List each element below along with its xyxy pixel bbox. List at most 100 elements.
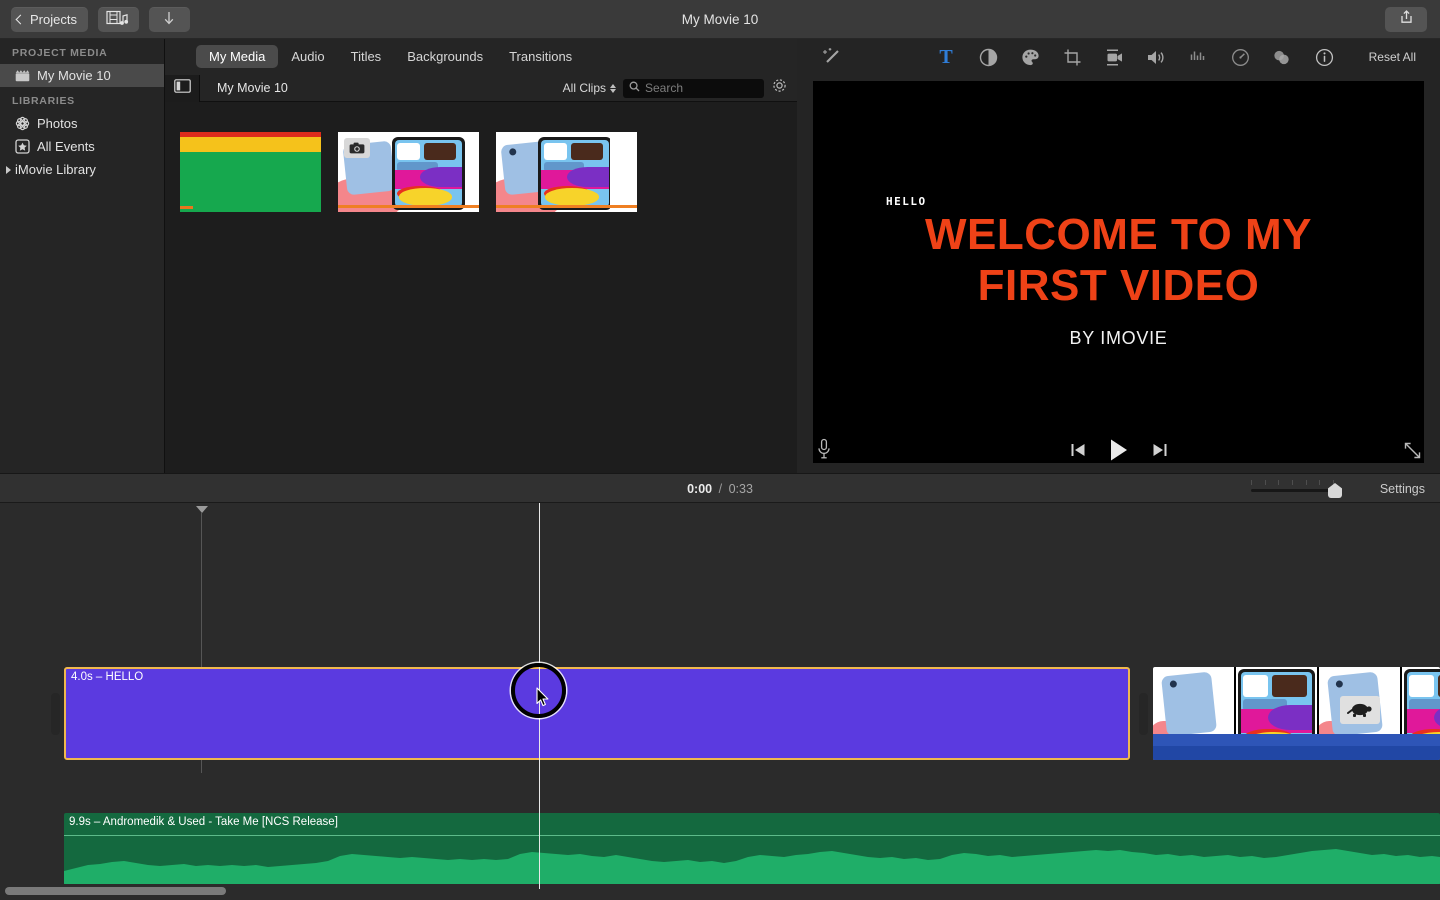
tab-titles-label: Titles <box>351 49 382 64</box>
search-field[interactable] <box>623 79 764 98</box>
play-icon <box>1108 438 1130 462</box>
timeline-settings-button[interactable]: Settings <box>1380 474 1425 504</box>
color-balance-tool-button[interactable] <box>978 46 998 68</box>
color-correction-tool-button[interactable] <box>1020 46 1040 68</box>
noise-reduction-tool-button[interactable] <box>1188 46 1208 68</box>
skip-to-start-icon <box>1070 442 1086 458</box>
all-clips-label: All Clips <box>563 81 606 95</box>
timecode-display: 0:00 / 0:33 <box>0 474 1440 504</box>
tab-transitions-label: Transitions <box>509 49 572 64</box>
disclosure-triangle-icon[interactable] <box>6 166 11 174</box>
skip-to-end-button[interactable] <box>1152 442 1168 463</box>
tab-titles[interactable]: Titles <box>338 45 395 68</box>
sidebar-item-all-events[interactable]: All Events <box>0 135 164 158</box>
timeline-left-edge-handle[interactable] <box>51 693 60 735</box>
viewer-panel: T <box>797 39 1440 473</box>
tab-backgrounds[interactable]: Backgrounds <box>394 45 496 68</box>
video-clip[interactable] <box>1153 667 1440 760</box>
zoom-slider-track[interactable] <box>1251 489 1334 492</box>
library-sidebar: PROJECT MEDIA My Movie 10 LIBRARIES <box>0 39 165 473</box>
browser-header-right: All Clips <box>563 77 797 99</box>
info-circle-icon <box>1315 48 1334 67</box>
stabilization-tool-button[interactable] <box>1104 46 1124 68</box>
ipad-thumbnail-graphic <box>338 132 479 212</box>
star-events-icon <box>15 139 30 154</box>
video-track: 4.0s – HELLO <box>0 667 1440 762</box>
libraries-header: LIBRARIES <box>0 87 164 112</box>
audio-clip[interactable]: 9.9s – Andromedik & Used - Take Me [NCS … <box>64 813 1440 885</box>
sidebar-item-photos[interactable]: Photos <box>0 112 164 135</box>
title-clip[interactable]: 4.0s – HELLO <box>64 667 1130 760</box>
mouse-pointer-icon <box>536 687 550 712</box>
share-button[interactable] <box>1385 7 1427 32</box>
gear-icon[interactable] <box>771 77 788 99</box>
skip-to-start-button[interactable] <box>1070 442 1086 463</box>
crop-tool-button[interactable] <box>1062 46 1082 68</box>
photos-flower-icon <box>15 116 30 131</box>
crop-icon <box>1063 48 1082 67</box>
tab-transitions[interactable]: Transitions <box>496 45 585 68</box>
clip-trim-handle[interactable] <box>1139 693 1148 735</box>
current-time: 0:00 <box>687 482 712 496</box>
timeline-horizontal-scrollbar[interactable] <box>0 884 1440 900</box>
titles-tool-button[interactable]: T <box>936 46 956 68</box>
sidebar-item-imovie-library-label: iMovie Library <box>15 162 96 177</box>
sidebar-item-my-movie-10-label: My Movie 10 <box>37 68 111 83</box>
title-clip-label: 4.0s – HELLO <box>71 671 143 683</box>
imovie-window: Projects <box>0 0 1440 900</box>
camera-icon <box>1104 48 1124 67</box>
timeline-marker-icon[interactable] <box>196 506 208 513</box>
equalizer-icon <box>1189 48 1208 67</box>
speedometer-icon <box>1231 48 1250 67</box>
window-title: My Movie 10 <box>0 0 1440 39</box>
zoom-slider-ticks <box>1251 480 1334 486</box>
list-item[interactable] <box>180 132 321 212</box>
share-export-icon <box>1399 9 1414 30</box>
timeline[interactable]: 4.0s – HELLO <box>0 503 1440 900</box>
information-tool-button[interactable] <box>1314 46 1334 68</box>
tab-audio[interactable]: Audio <box>278 45 337 68</box>
tab-backgrounds-label: Backgrounds <box>407 49 483 64</box>
media-browser: My Movie 10 All Clips <box>165 75 797 473</box>
timeline-zoom-slider[interactable] <box>1251 480 1343 498</box>
video-preview-canvas[interactable]: HELLO WELCOME TO MY FIRST VIDEO BY IMOVI… <box>813 81 1424 463</box>
audio-track: 9.9s – Andromedik & Used - Take Me [NCS … <box>0 813 1440 888</box>
list-item[interactable] <box>338 132 479 212</box>
search-input[interactable] <box>645 81 755 95</box>
speaker-icon <box>1146 48 1166 67</box>
all-clips-dropdown[interactable]: All Clips <box>563 81 616 95</box>
preview-main-title: WELCOME TO MY FIRST VIDEO <box>813 209 1424 312</box>
filters-tool-button[interactable] <box>1272 46 1292 68</box>
tab-my-media[interactable]: My Media <box>196 45 278 68</box>
chevron-updown-icon <box>610 84 616 93</box>
browser-header: My Movie 10 All Clips <box>165 75 797 102</box>
fullscreen-button[interactable] <box>1403 441 1422 465</box>
speed-tool-button[interactable] <box>1230 46 1250 68</box>
browser-title: My Movie 10 <box>217 81 288 95</box>
preview-title-line-1: WELCOME TO MY <box>813 209 1424 260</box>
media-tabs: My Media Audio Titles Backgrounds Transi… <box>196 45 585 68</box>
expand-diagonal-icon <box>1403 441 1422 460</box>
preview-subtitle: BY IMOVIE <box>813 328 1424 349</box>
timeline-toolbar: 0:00 / 0:33 Settings <box>0 473 1440 503</box>
clapperboard-icon <box>15 68 30 83</box>
thumb-green-band <box>180 152 321 212</box>
scrollbar-thumb[interactable] <box>5 887 226 895</box>
preview-hello-badge: HELLO <box>886 195 927 208</box>
viewer-toolbar: T <box>797 39 1440 75</box>
preview-title-line-2: FIRST VIDEO <box>813 260 1424 311</box>
sidebar-item-imovie-library[interactable]: iMovie Library <box>0 158 164 181</box>
sidebar-item-photos-label: Photos <box>37 116 77 131</box>
magic-wand-icon[interactable] <box>822 47 842 72</box>
sidebar-toggle-button[interactable] <box>165 75 200 102</box>
volume-tool-button[interactable] <box>1146 46 1166 68</box>
search-icon <box>629 79 640 97</box>
sidebar-item-my-movie-10[interactable]: My Movie 10 <box>0 64 164 87</box>
play-button[interactable] <box>1108 438 1130 467</box>
thumb-orange-progress <box>180 206 193 209</box>
reset-all-button[interactable]: Reset All <box>1369 50 1416 64</box>
list-item[interactable] <box>496 132 637 212</box>
sidebar-toggle-icon <box>174 79 191 98</box>
title-bar-right-controls <box>1385 7 1427 32</box>
total-time: 0:33 <box>729 482 753 496</box>
